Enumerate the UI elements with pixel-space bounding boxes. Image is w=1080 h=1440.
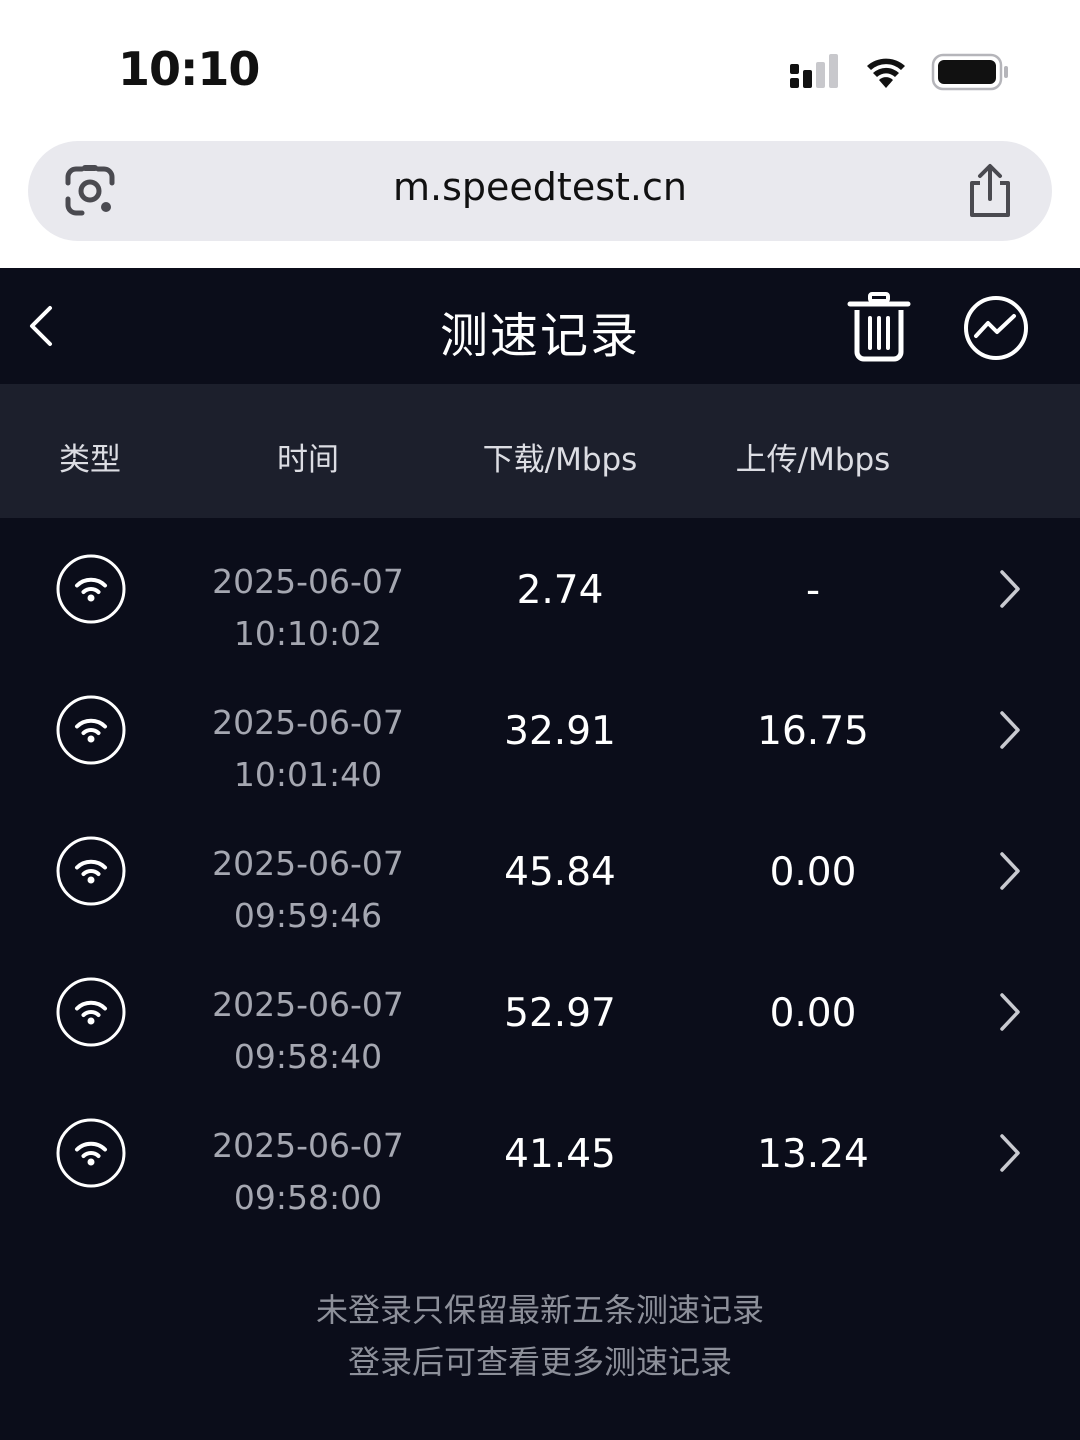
record-time: 09:58:40	[233, 1037, 383, 1076]
wifi-icon	[56, 695, 126, 765]
page-title: 测速记录	[439, 308, 640, 364]
column-header-upload: 上传/Mbps	[735, 442, 891, 478]
footer-note: 未登录只保留最新五条测速记录 登录后可查看更多测速记录	[0, 1284, 1080, 1388]
status-time: 10:10	[118, 42, 260, 96]
wifi-icon	[56, 977, 126, 1047]
record-upload: -	[805, 568, 821, 613]
app-header: 测速记录	[0, 268, 1080, 384]
record-download: 2.74	[516, 568, 604, 613]
chevron-right-icon[interactable]	[994, 1132, 1024, 1174]
record-date: 2025-06-07	[212, 703, 404, 742]
column-header-type: 类型	[59, 442, 121, 478]
url-text[interactable]: m.speedtest.cn	[28, 165, 1052, 209]
record-download: 52.97	[504, 991, 616, 1036]
record-upload: 13.24	[757, 1132, 869, 1177]
footer-note-line2: 登录后可查看更多测速记录	[347, 1343, 732, 1381]
column-header-download: 下载/Mbps	[482, 442, 638, 478]
table-row[interactable]: 2025-06-07 09:58:00 41.45 13.24	[0, 1082, 1080, 1223]
chevron-right-icon[interactable]	[994, 991, 1024, 1033]
record-datetime: 2025-06-07 10:01:40	[198, 697, 418, 801]
battery-icon	[931, 53, 1008, 91]
record-download: 41.45	[504, 1132, 616, 1177]
record-datetime: 2025-06-07 10:10:02	[198, 556, 418, 660]
table-row[interactable]: 2025-06-07 10:10:02 2.74 -	[0, 518, 1080, 659]
record-download: 32.91	[504, 709, 616, 754]
wifi-icon	[56, 836, 126, 906]
record-date: 2025-06-07	[212, 844, 404, 883]
url-bar[interactable]: m.speedtest.cn	[28, 141, 1052, 241]
record-datetime: 2025-06-07 09:58:40	[198, 979, 418, 1083]
record-datetime: 2025-06-07 09:58:00	[198, 1120, 418, 1224]
status-icons	[790, 53, 1008, 91]
record-time: 10:01:40	[233, 755, 383, 794]
record-date: 2025-06-07	[212, 1126, 404, 1165]
wifi-icon	[56, 1118, 126, 1188]
record-time: 10:10:02	[233, 614, 383, 653]
chevron-right-icon[interactable]	[994, 568, 1024, 610]
wifi-icon	[56, 554, 126, 624]
record-upload: 0.00	[769, 991, 857, 1036]
record-datetime: 2025-06-07 09:59:46	[198, 838, 418, 942]
browser-chrome: 10:10 m.speedtest.cn	[0, 0, 1080, 268]
record-download: 45.84	[504, 850, 616, 895]
record-date: 2025-06-07	[212, 562, 404, 601]
table-row[interactable]: 2025-06-07 10:01:40 32.91 16.75	[0, 659, 1080, 800]
share-icon[interactable]	[962, 163, 1018, 219]
record-date: 2025-06-07	[212, 985, 404, 1024]
footer-note-line1: 未登录只保留最新五条测速记录	[315, 1291, 764, 1329]
record-list: 2025-06-07 10:10:02 2.74 - 2025-06-07 10…	[0, 518, 1080, 1223]
chart-icon[interactable]	[962, 294, 1030, 362]
record-upload: 16.75	[757, 709, 869, 754]
chevron-right-icon[interactable]	[994, 850, 1024, 892]
wifi-icon	[867, 58, 905, 88]
column-header-time: 时间	[277, 442, 339, 478]
trash-icon[interactable]	[846, 292, 912, 362]
table-header: 类型 时间 下载/Mbps 上传/Mbps	[0, 384, 1080, 518]
chevron-right-icon[interactable]	[994, 709, 1024, 751]
cellular-signal-icon	[790, 54, 838, 88]
record-time: 09:58:00	[233, 1178, 383, 1217]
table-row[interactable]: 2025-06-07 09:59:46 45.84 0.00	[0, 800, 1080, 941]
record-upload: 0.00	[769, 850, 857, 895]
record-time: 09:59:46	[233, 896, 383, 935]
table-row[interactable]: 2025-06-07 09:58:40 52.97 0.00	[0, 941, 1080, 1082]
